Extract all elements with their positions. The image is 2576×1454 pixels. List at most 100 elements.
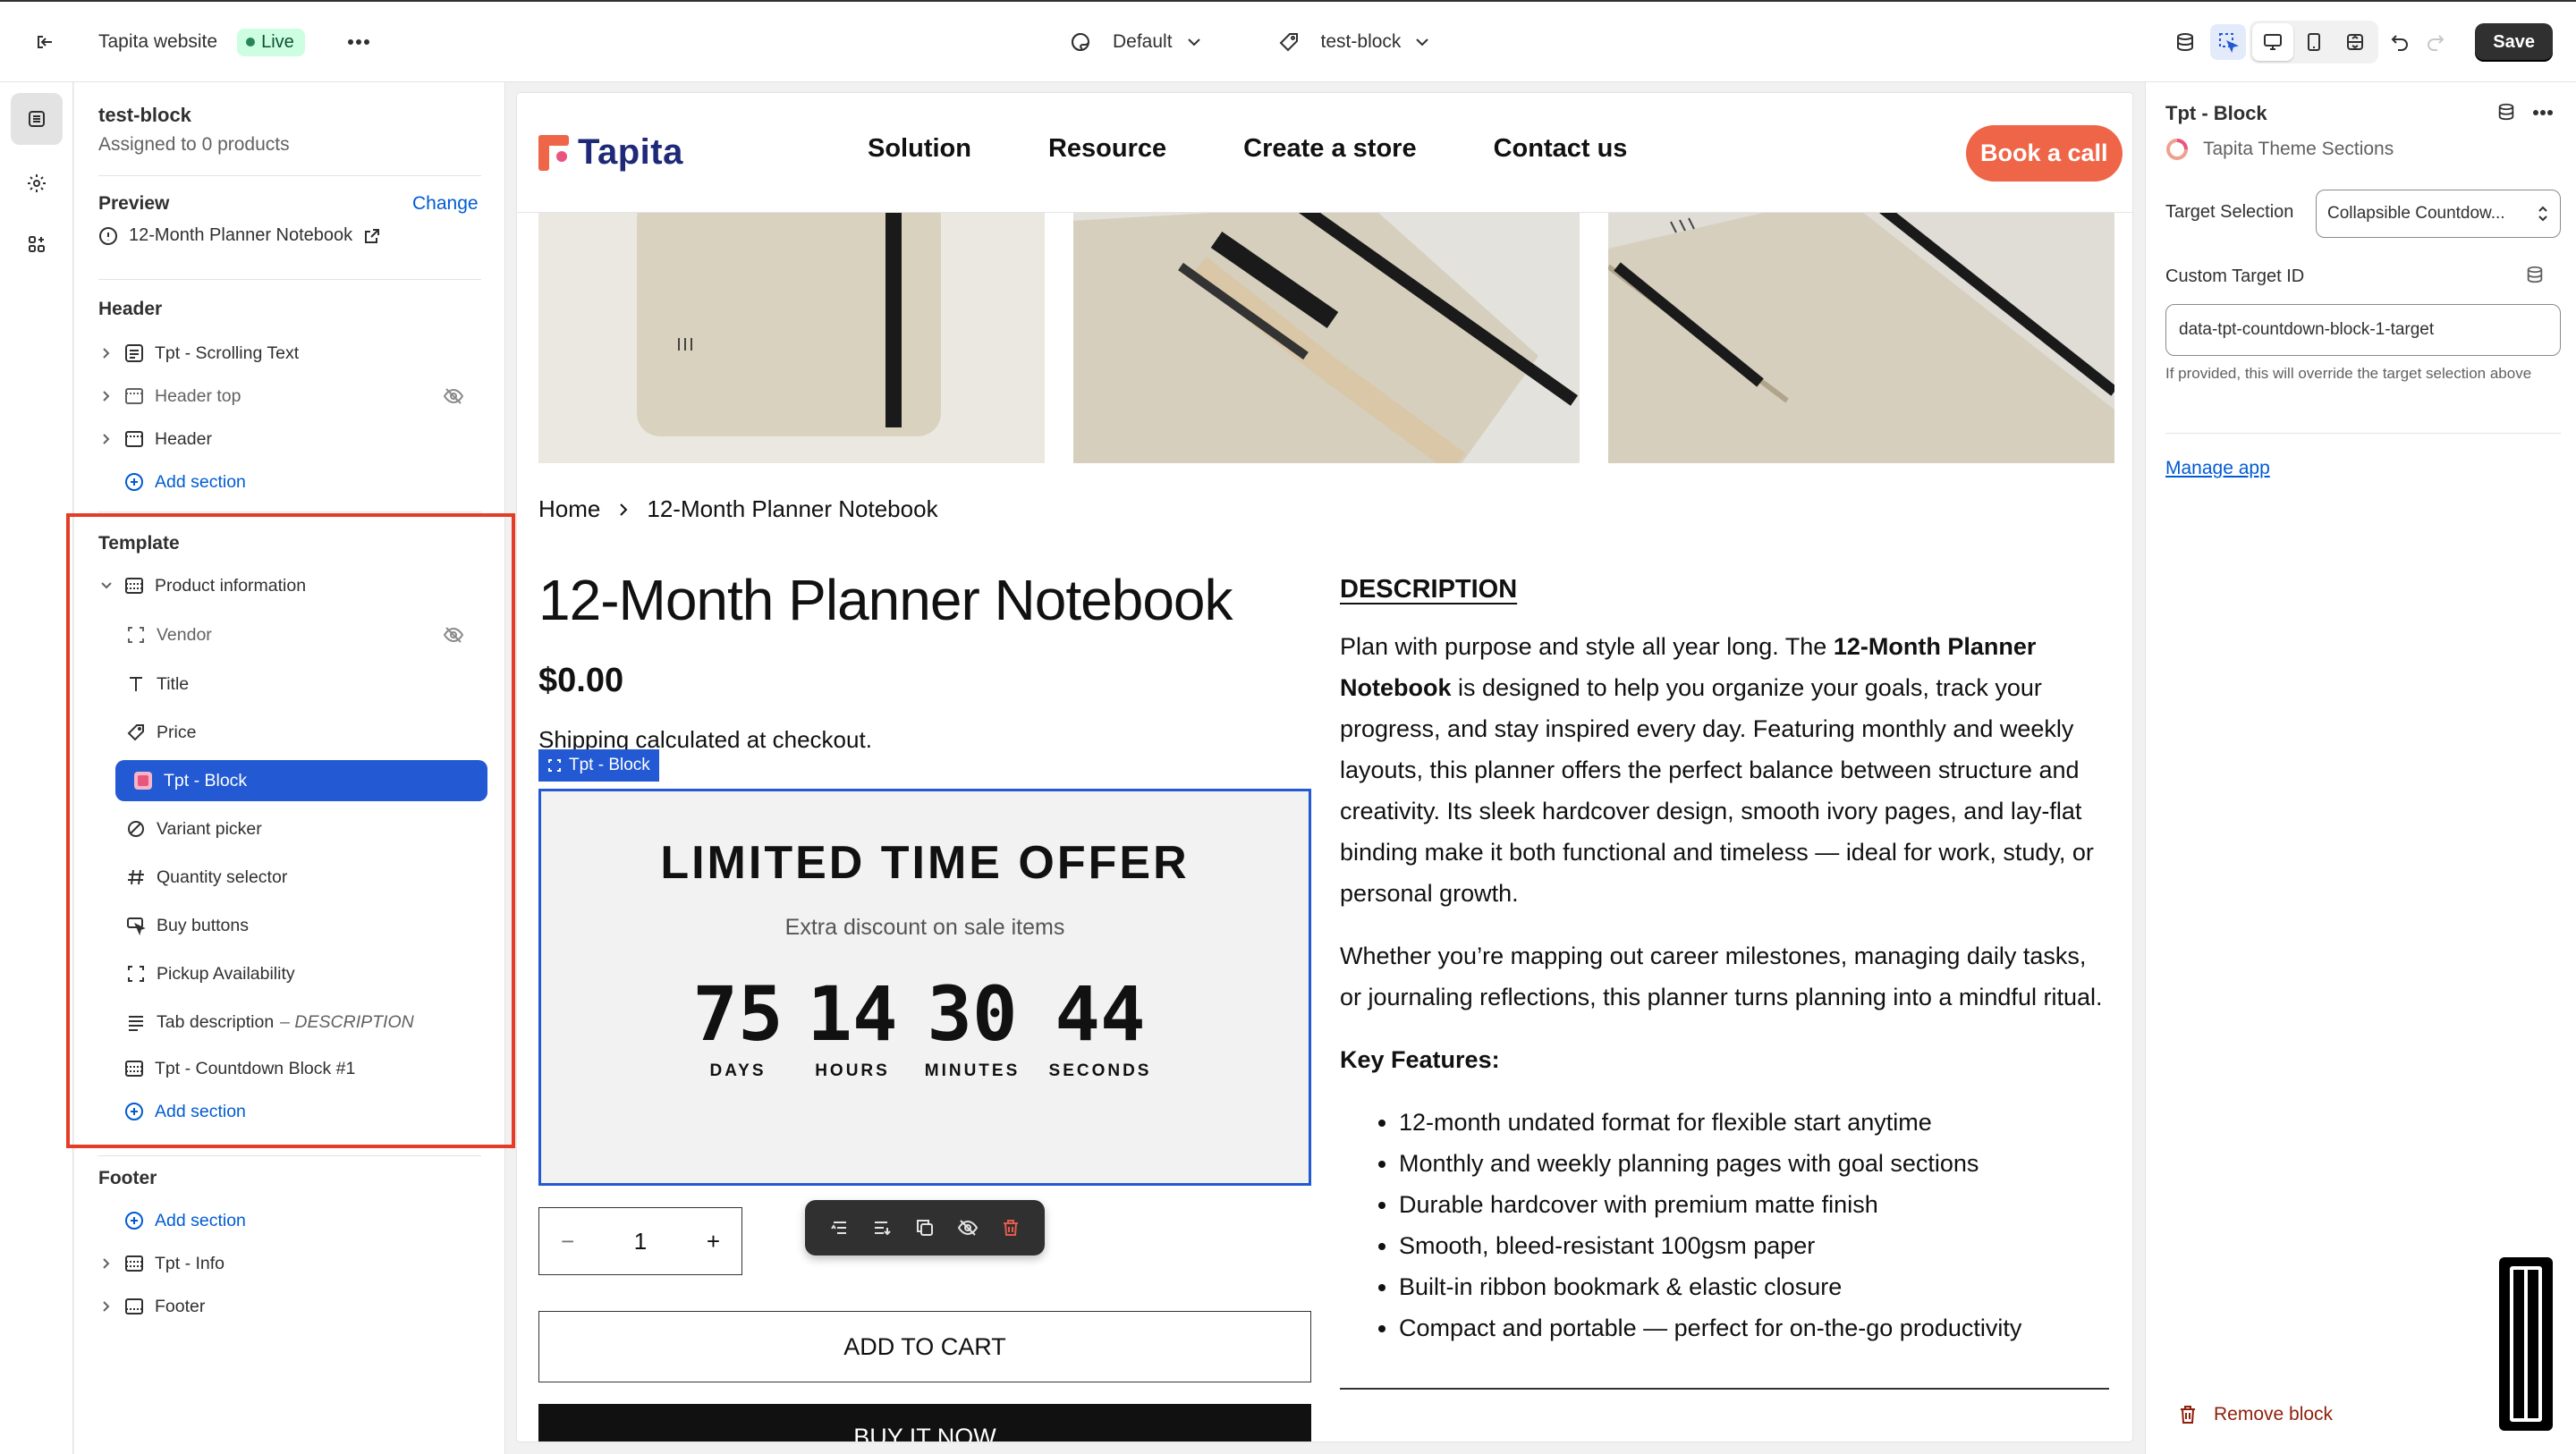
fullscreen-view-icon[interactable] — [2334, 23, 2376, 61]
product-image-1[interactable] — [538, 213, 1045, 463]
countdown-days: 75 DAYS — [675, 970, 801, 1081]
manage-app-link[interactable]: Manage app — [2165, 458, 2270, 479]
countdown-seconds-value: 44 — [1055, 970, 1146, 1058]
redo-icon[interactable] — [2418, 24, 2453, 60]
countdown-minutes-value: 30 — [927, 970, 1018, 1058]
move-down-icon[interactable] — [871, 1217, 893, 1238]
theme-settings-icon[interactable] — [11, 157, 63, 209]
buy-now-button[interactable]: BUY IT NOW — [538, 1404, 1311, 1441]
description-heading: DESCRIPTION — [1340, 575, 1518, 604]
more-actions-icon[interactable] — [341, 24, 377, 60]
features-list: 12-month undated format for flexible sta… — [1399, 1102, 2109, 1348]
database-icon[interactable] — [2496, 102, 2516, 122]
chevron-right-icon[interactable] — [96, 1257, 117, 1270]
duplicate-icon[interactable] — [914, 1217, 936, 1238]
preview-product-name: 12-Month Planner Notebook — [129, 225, 353, 245]
breadcrumb-current: 12-Month Planner Notebook — [647, 495, 938, 522]
feature-item: 12-month undated format for flexible sta… — [1399, 1102, 2109, 1143]
template-dropdown[interactable]: test-block — [1278, 31, 1430, 53]
chevron-right-icon[interactable] — [96, 347, 117, 359]
preview-product[interactable]: 12-Month Planner Notebook — [98, 225, 381, 246]
description-divider — [1340, 1388, 2109, 1390]
quantity-stepper: − 1 + — [538, 1207, 742, 1275]
section-item-scrolling-text[interactable]: Tpt - Scrolling Text — [96, 333, 489, 374]
info-circle-icon — [98, 226, 118, 246]
editor-rail — [0, 82, 73, 1454]
countdown-days-label: DAYS — [709, 1061, 767, 1080]
section-layout-icon — [123, 1252, 146, 1275]
custom-target-value: data-tpt-countdown-block-1-target — [2179, 320, 2435, 339]
trash-icon — [2178, 1404, 2198, 1425]
quantity-increase-button[interactable]: + — [707, 1228, 720, 1255]
offer-subtitle: Extra discount on sale items — [784, 915, 1065, 940]
target-selection-select[interactable]: Collapsible Countdow... — [2316, 190, 2561, 238]
database-icon[interactable] — [2525, 265, 2545, 284]
storefront-preview: Tapita Solution Resource Create a store … — [517, 93, 2132, 1441]
breadcrumb: Home 12-Month Planner Notebook — [538, 495, 938, 523]
nav-link-solution[interactable]: Solution — [868, 134, 971, 164]
delete-icon[interactable] — [1000, 1217, 1021, 1238]
site-logo[interactable]: Tapita — [538, 132, 683, 173]
book-call-button[interactable]: Book a call — [1966, 125, 2123, 182]
product-image-3[interactable] — [1608, 213, 2114, 463]
hide-icon[interactable] — [957, 1217, 979, 1238]
eye-hidden-icon[interactable] — [443, 386, 464, 406]
target-selection-label: Target Selection — [2165, 202, 2294, 222]
desktop-view-icon[interactable] — [2252, 23, 2294, 61]
theme-dropdown[interactable]: Default — [1070, 31, 1201, 53]
save-button[interactable]: Save — [2475, 22, 2553, 62]
quantity-decrease-button[interactable]: − — [561, 1228, 574, 1255]
chevron-right-icon[interactable] — [96, 433, 117, 445]
add-section-footer[interactable]: Add section — [96, 1200, 489, 1241]
chevron-right-icon[interactable] — [96, 1300, 117, 1313]
divider — [98, 175, 481, 176]
scrollbar-thumb[interactable] — [2499, 1257, 2553, 1431]
quantity-value[interactable]: 1 — [634, 1228, 647, 1255]
block-floating-toolbar — [805, 1200, 1045, 1255]
breadcrumb-home[interactable]: Home — [538, 495, 600, 523]
divider — [98, 511, 481, 512]
section-item-label: Header top — [155, 385, 242, 406]
change-preview-link[interactable]: Change — [412, 193, 479, 215]
apps-icon[interactable] — [11, 218, 63, 270]
exit-icon[interactable] — [27, 24, 63, 60]
nav-link-resource[interactable]: Resource — [1048, 134, 1166, 164]
section-item-label: Header — [155, 428, 212, 449]
custom-target-input[interactable]: data-tpt-countdown-block-1-target — [2165, 304, 2561, 356]
section-item-header-top[interactable]: Header top — [96, 376, 489, 417]
product-image-2[interactable] — [1073, 213, 1580, 463]
product-description: DESCRIPTION Plan with purpose and style … — [1340, 569, 2109, 1348]
inspector-icon[interactable] — [2210, 24, 2247, 60]
sections-icon[interactable] — [11, 93, 63, 145]
chevron-right-icon[interactable] — [96, 390, 117, 402]
nav-link-contact[interactable]: Contact us — [1494, 134, 1628, 164]
header-layout-icon — [123, 385, 146, 408]
remove-block-button[interactable]: Remove block — [2178, 1404, 2333, 1425]
database-icon[interactable] — [2167, 24, 2203, 60]
mobile-view-icon[interactable] — [2293, 23, 2334, 61]
select-arrows-icon — [2537, 204, 2549, 224]
more-actions-icon[interactable] — [2532, 109, 2554, 116]
countdown-minutes: 30 MINUTES — [910, 970, 1035, 1081]
template-highlight-frame — [66, 513, 515, 1148]
countdown-hours-value: 14 — [807, 970, 898, 1058]
add-to-cart-button[interactable]: ADD TO CART — [538, 1311, 1311, 1382]
section-item-tpt-info[interactable]: Tpt - Info — [96, 1243, 489, 1284]
block-settings-title: Tpt - Block — [2165, 102, 2267, 124]
section-item-footer[interactable]: Footer — [96, 1286, 489, 1327]
chevron-down-icon — [1415, 38, 1429, 46]
external-link-icon[interactable] — [363, 227, 381, 245]
countdown-minutes-label: MINUTES — [924, 1061, 1021, 1080]
move-up-icon[interactable] — [828, 1217, 850, 1238]
section-item-header[interactable]: Header — [96, 418, 489, 460]
add-section-header[interactable]: Add section — [96, 461, 489, 503]
undo-icon[interactable] — [2382, 24, 2418, 60]
selected-block-tag[interactable]: Tpt - Block — [538, 749, 659, 782]
countdown-hours-label: HOURS — [815, 1061, 890, 1080]
nav-link-create-store[interactable]: Create a store — [1243, 134, 1416, 164]
countdown-offer-block[interactable]: LIMITED TIME OFFER Extra discount on sal… — [538, 789, 1311, 1186]
feature-item: Monthly and weekly planning pages with g… — [1399, 1143, 2109, 1184]
countdown-hours: 14 HOURS — [790, 970, 915, 1081]
section-item-label: Tpt - Scrolling Text — [155, 342, 300, 363]
theme-dropdown-label: Default — [1113, 31, 1173, 52]
